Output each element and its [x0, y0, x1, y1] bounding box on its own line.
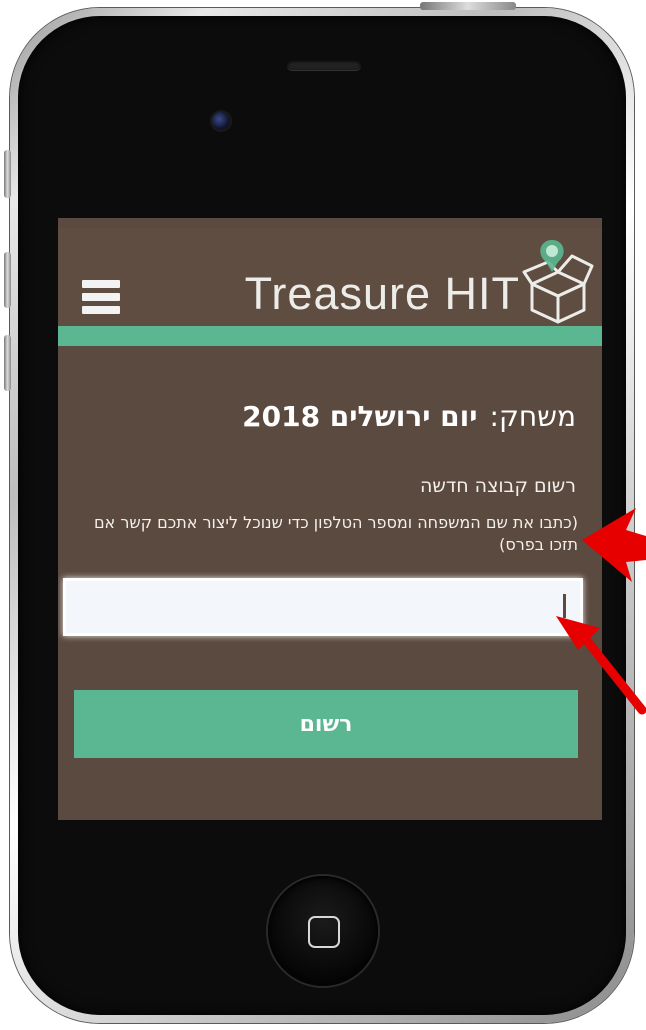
- game-label: משחק:: [489, 400, 576, 433]
- game-name-line: משחק: יום ירושלים 2018: [242, 400, 576, 433]
- game-name: יום ירושלים 2018: [242, 400, 478, 433]
- team-name-input[interactable]: [63, 578, 583, 636]
- volume-up-button: [4, 252, 11, 308]
- app-screen: Treasure HIT משחק: יום ירושלים 2018 רשום …: [58, 218, 602, 820]
- header-accent-bar: [58, 326, 602, 346]
- registration-hint: (כתבו את שם המשפחה ומספר הטלפון כדי שנוכ…: [93, 513, 578, 554]
- home-square-icon: [308, 916, 340, 948]
- home-button[interactable]: [268, 876, 378, 986]
- register-team-title: רשום קבוצה חדשה: [419, 475, 576, 497]
- power-button: [420, 2, 516, 10]
- brand-title: Treasure HIT: [244, 268, 520, 319]
- register-button[interactable]: רשום: [74, 690, 578, 758]
- speaker-grille: [287, 60, 361, 70]
- volume-down-button: [4, 335, 11, 391]
- treasure-box-icon: [522, 240, 594, 324]
- silent-switch: [4, 150, 11, 198]
- front-camera: [212, 112, 230, 130]
- text-caret: [563, 594, 566, 618]
- app-header: Treasure HIT: [58, 228, 602, 328]
- hamburger-icon[interactable]: [82, 280, 120, 320]
